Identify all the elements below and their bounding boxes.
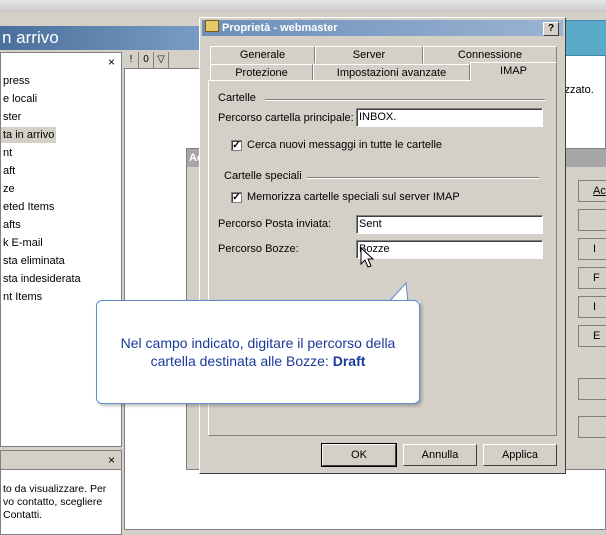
folder-item[interactable]: nt Items: [1, 289, 44, 305]
side-button[interactable]: Ac: [578, 180, 606, 202]
account-icon: [205, 20, 219, 32]
group-cartelle-label: Cartelle: [218, 92, 256, 104]
folder-item[interactable]: k E-mail: [1, 235, 45, 251]
tab-general[interactable]: Generale: [210, 46, 315, 63]
side-button[interactable]: F: [578, 267, 606, 289]
callout-text: Nel campo indicato, digitare il percorso…: [101, 334, 415, 370]
message-columns: ! 0 ▽: [124, 52, 204, 69]
priority-column[interactable]: !: [124, 52, 139, 68]
drafts-path-input[interactable]: Bozze: [356, 240, 543, 259]
properties-dialog: Proprietà - webmaster ? Generale Server …: [199, 17, 566, 474]
side-button[interactable]: I: [578, 238, 606, 260]
store-special-checkbox[interactable]: ✓: [231, 192, 242, 203]
tab-connection[interactable]: Connessione: [423, 46, 557, 63]
callout-emphasis: Draft: [332, 353, 366, 369]
folder-item[interactable]: eted Items: [1, 199, 56, 215]
side-button[interactable]: [578, 209, 606, 231]
attachment-column[interactable]: 0: [139, 52, 154, 68]
cancel-button[interactable]: Annulla: [403, 444, 477, 466]
contacts-text: to da visualizzare. Per vo contatto, sce…: [3, 483, 107, 521]
side-button[interactable]: E: [578, 325, 606, 347]
folder-item-inbox[interactable]: ta in arrivo: [1, 127, 57, 143]
folder-item[interactable]: e locali: [1, 91, 39, 107]
message-pane-note: izzato.: [562, 84, 594, 96]
instruction-callout: Nel campo indicato, digitare il percorso…: [96, 300, 420, 404]
store-special-label: Memorizza cartelle speciali sul server I…: [247, 191, 460, 203]
sent-path-input[interactable]: Sent: [356, 215, 543, 234]
side-button[interactable]: [578, 416, 606, 438]
apply-button[interactable]: Applica: [483, 444, 557, 466]
folder-item[interactable]: afts: [1, 217, 23, 233]
mouse-cursor-icon: [360, 247, 374, 268]
group-divider: [265, 99, 545, 101]
group-special-label: Cartelle speciali: [224, 170, 302, 182]
folder-item[interactable]: ster: [1, 109, 23, 125]
group-divider: [307, 177, 539, 179]
check-new-label: Cerca nuovi messaggi in tutte le cartell…: [247, 139, 443, 151]
folder-item[interactable]: aft: [1, 163, 17, 179]
sent-path-label: Percorso Posta inviata:: [218, 218, 332, 230]
root-folder-input[interactable]: INBOX.: [356, 108, 543, 127]
tab-advanced[interactable]: Impostazioni avanzate: [313, 64, 470, 81]
help-button[interactable]: ?: [543, 22, 559, 36]
side-button[interactable]: [578, 378, 606, 400]
flag-column[interactable]: ▽: [154, 52, 169, 68]
folder-item[interactable]: ze: [1, 181, 17, 197]
dialog-titlebar: Proprietà - webmaster ?: [202, 20, 563, 36]
check-new-checkbox[interactable]: ✓: [231, 140, 242, 151]
close-icon[interactable]: ×: [108, 453, 115, 467]
folder-header: n arrivo: [0, 26, 200, 50]
contacts-titlebar: [1, 451, 121, 470]
drafts-path-label: Percorso Bozze:: [218, 243, 299, 255]
root-folder-label: Percorso cartella principale:: [218, 112, 354, 124]
tab-security[interactable]: Protezione: [210, 64, 313, 81]
folder-item[interactable]: nt: [1, 145, 14, 161]
tab-server[interactable]: Server: [315, 46, 423, 63]
folder-item[interactable]: sta indesiderata: [1, 271, 83, 287]
top-bar: [0, 0, 606, 12]
folder-item[interactable]: press: [1, 73, 32, 89]
tab-imap[interactable]: IMAP: [470, 62, 557, 81]
side-button[interactable]: I: [578, 296, 606, 318]
ok-button[interactable]: OK: [321, 443, 397, 467]
dialog-title: Proprietà - webmaster: [222, 22, 338, 34]
contacts-pane: × to da visualizzare. Per vo contatto, s…: [0, 450, 122, 535]
close-icon[interactable]: ×: [108, 55, 115, 69]
folder-item[interactable]: sta eliminata: [1, 253, 67, 269]
